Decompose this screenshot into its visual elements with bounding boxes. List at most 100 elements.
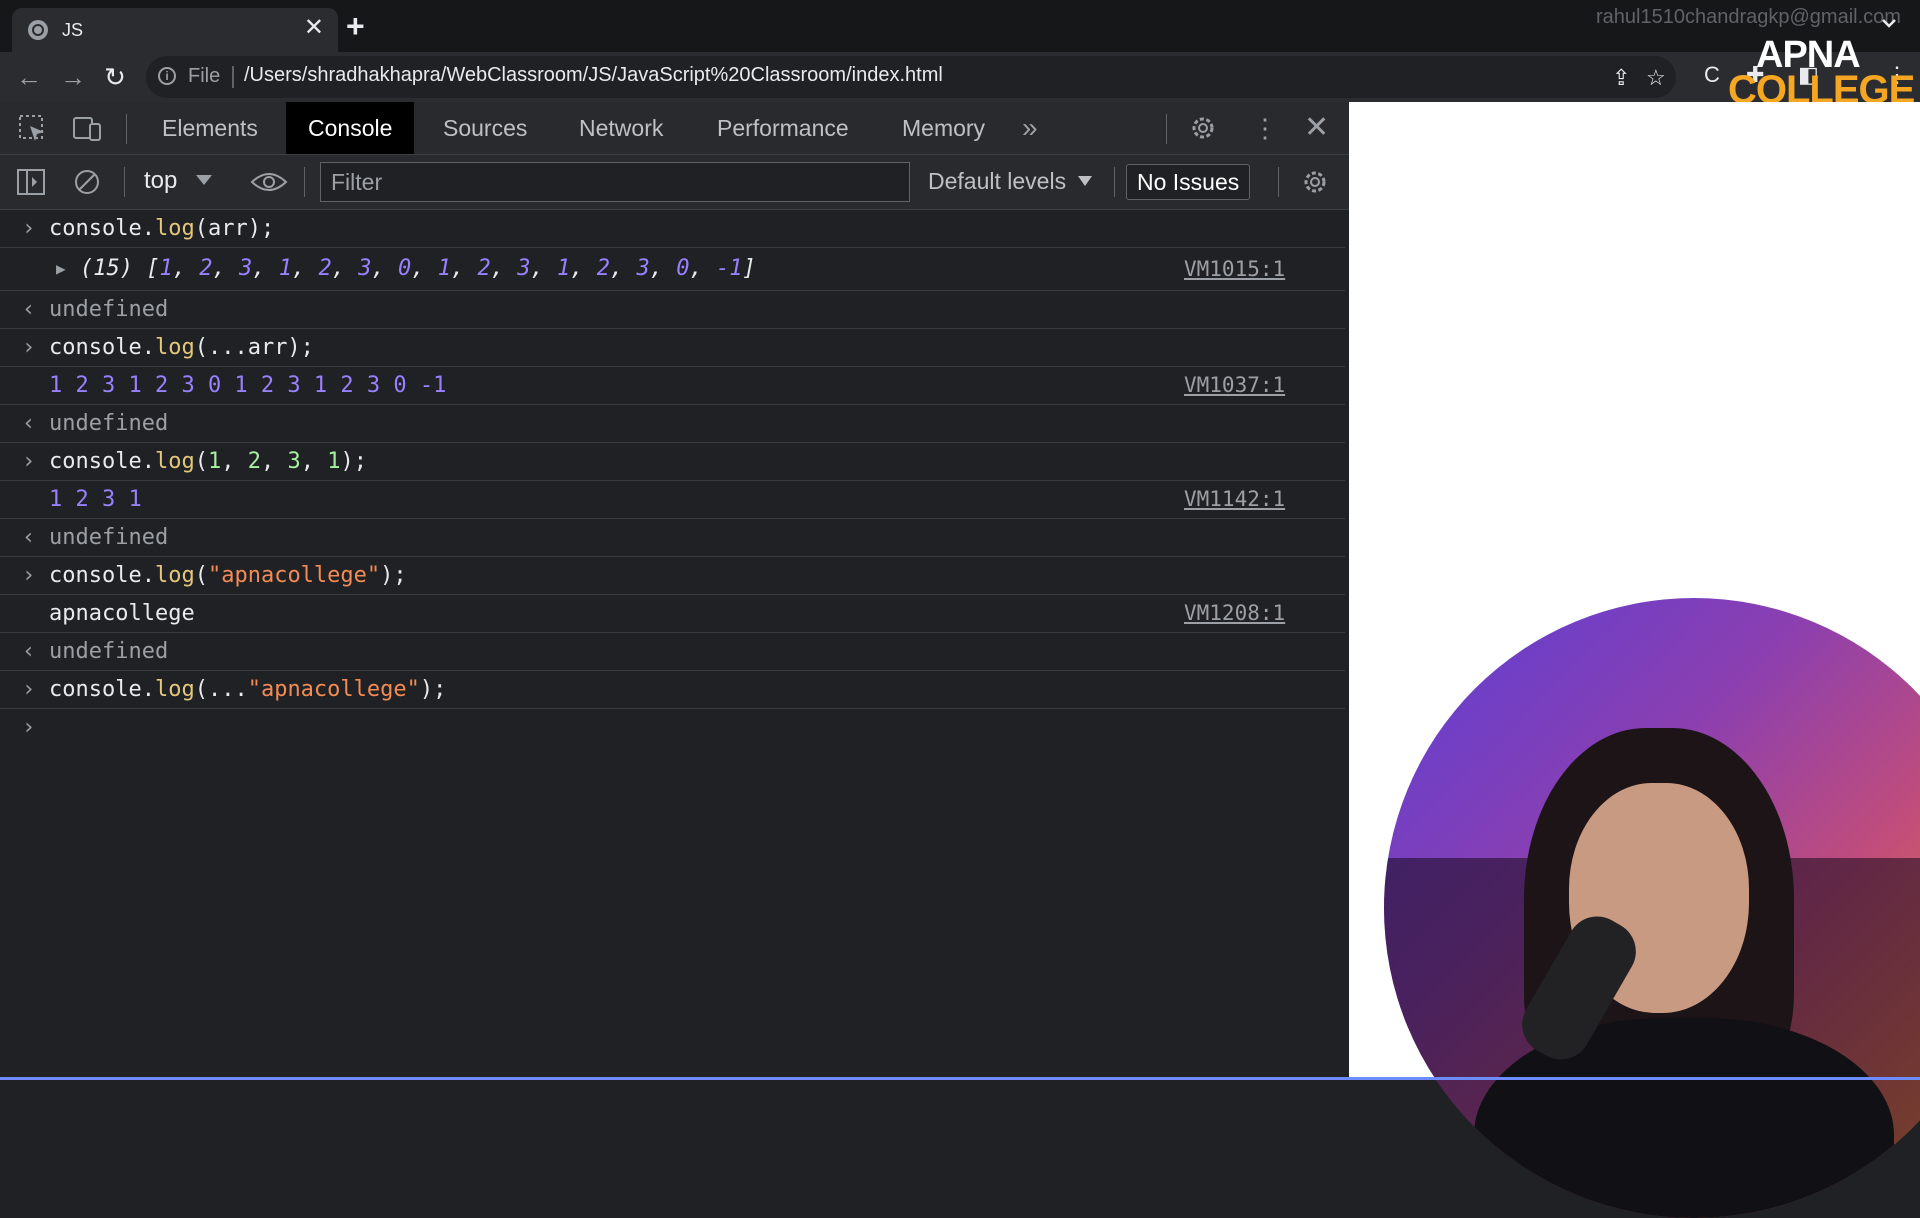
array-item: 1 bbox=[437, 256, 451, 281]
devtools-tabbar: Elements Console Sources Network Perform… bbox=[0, 102, 1349, 155]
console-prompt[interactable]: › bbox=[0, 709, 1345, 745]
input-chevron-icon: › bbox=[22, 677, 36, 702]
console-settings-gear-icon[interactable] bbox=[1300, 168, 1330, 196]
array-item: 0 bbox=[397, 256, 412, 281]
browser-tab[interactable]: JS ✕ bbox=[12, 8, 338, 52]
console-output-row: apnacollege VM1208:1 bbox=[0, 595, 1345, 633]
array-item: 3 bbox=[238, 256, 253, 281]
settings-gear-icon[interactable] bbox=[1188, 114, 1218, 142]
levels-chevron-icon[interactable] bbox=[1078, 176, 1092, 186]
expand-triangle-icon[interactable]: ▶ bbox=[56, 248, 66, 290]
console-messages: › console.log(arr); ▶ (15) [1, 2, 3, 1, … bbox=[0, 210, 1349, 745]
url-text[interactable]: /Users/shradhakhapra/WebClassroom/JS/Jav… bbox=[244, 64, 943, 87]
divider bbox=[1278, 167, 1279, 197]
bookmark-star-icon[interactable]: ☆ bbox=[1646, 65, 1666, 91]
array-preview[interactable]: (15) [1, 2, 3, 1, 2, 3, 0, 1, 2, 3, 1, 2… bbox=[80, 248, 756, 290]
source-link[interactable]: VM1142:1 bbox=[1184, 481, 1285, 518]
array-item: 2 bbox=[199, 256, 213, 281]
sidebar-toggle-icon[interactable] bbox=[16, 168, 46, 196]
console-result-row: ‹ undefined bbox=[0, 291, 1345, 329]
back-arrow-icon[interactable]: ← bbox=[14, 62, 44, 92]
inspect-element-icon[interactable] bbox=[18, 114, 48, 142]
spread-output: 1 2 3 1 2 3 0 1 2 3 1 2 3 0 -1 bbox=[49, 373, 447, 398]
result-arrow-icon: ‹ bbox=[22, 411, 36, 436]
divider bbox=[1166, 114, 1167, 144]
prompt-chevron-icon: › bbox=[22, 715, 36, 740]
log-levels-dropdown[interactable]: Default levels bbox=[928, 168, 1066, 195]
divider bbox=[124, 167, 125, 197]
close-tab-icon[interactable]: ✕ bbox=[304, 16, 324, 40]
eye-icon[interactable] bbox=[250, 168, 288, 196]
result-arrow-icon: ‹ bbox=[22, 639, 36, 664]
array-item: 1 bbox=[278, 256, 292, 281]
array-item: 3 bbox=[517, 256, 531, 281]
context-selector[interactable]: top bbox=[144, 167, 177, 195]
console-input-row[interactable]: › console.log("apnacollege"); bbox=[0, 557, 1345, 595]
array-item: 0 bbox=[676, 256, 690, 281]
globe-icon bbox=[28, 20, 48, 40]
divider bbox=[126, 114, 127, 144]
input-chevron-icon: › bbox=[22, 449, 36, 474]
array-item: 1 bbox=[556, 256, 571, 281]
console-input-row[interactable]: › console.log(1, 2, 3, 1); bbox=[0, 443, 1345, 481]
console-input-row[interactable]: › console.log(...arr); bbox=[0, 329, 1345, 367]
source-link[interactable]: VM1037:1 bbox=[1184, 367, 1285, 404]
share-icon[interactable]: ⇪ bbox=[1612, 65, 1630, 91]
input-chevron-icon: › bbox=[22, 563, 36, 588]
array-item: 2 bbox=[318, 256, 332, 281]
source-link[interactable]: VM1208:1 bbox=[1184, 595, 1285, 632]
browser-toolbar: ← → ↻ i File /Users/shradhakhapra/WebCla… bbox=[0, 52, 1920, 102]
input-chevron-icon: › bbox=[22, 335, 36, 360]
tab-performance[interactable]: Performance bbox=[717, 102, 849, 154]
string-output: apnacollege bbox=[49, 601, 195, 626]
reload-icon[interactable]: ↻ bbox=[100, 62, 130, 92]
new-tab-button[interactable]: + bbox=[346, 10, 365, 42]
tab-memory[interactable]: Memory bbox=[902, 102, 985, 154]
result-arrow-icon: ‹ bbox=[22, 525, 36, 550]
issues-button[interactable]: No Issues bbox=[1126, 164, 1251, 200]
result-arrow-icon: ‹ bbox=[22, 297, 36, 322]
array-item: -1 bbox=[715, 256, 743, 281]
tab-strip: JS ✕ + rahul1510chandragkp@gmail.com bbox=[0, 0, 1920, 52]
array-item: 3 bbox=[636, 256, 650, 281]
device-toolbar-icon[interactable] bbox=[72, 114, 102, 142]
console-result-row: ‹ undefined bbox=[0, 519, 1345, 557]
extension-icon[interactable]: C bbox=[1704, 62, 1720, 88]
console-output-row: 1 2 3 1 2 3 0 1 2 3 1 2 3 0 -1 VM1037:1 bbox=[0, 367, 1345, 405]
console-input-row[interactable]: › console.log(arr); bbox=[0, 210, 1345, 248]
nums-output: 1 2 3 1 bbox=[49, 487, 142, 512]
tab-console[interactable]: Console bbox=[286, 102, 415, 154]
console-filter-bar: top Default levels No Issues bbox=[0, 155, 1349, 210]
console-output-row[interactable]: ▶ (15) [1, 2, 3, 1, 2, 3, 0, 1, 2, 3, 1,… bbox=[0, 248, 1345, 291]
array-item: 3 bbox=[358, 256, 372, 281]
array-item: 2 bbox=[596, 256, 610, 281]
scheme-label: File bbox=[188, 65, 221, 87]
divider bbox=[1114, 167, 1115, 197]
console-result-row: ‹ undefined bbox=[0, 405, 1345, 443]
console-output-row: 1 2 3 1 VM1142:1 bbox=[0, 481, 1345, 519]
source-link[interactable]: VM1015:1 bbox=[1184, 248, 1285, 290]
apna-college-logo: APNA COLLEGE bbox=[1728, 34, 1915, 112]
more-tabs-icon[interactable]: » bbox=[1022, 112, 1037, 144]
divider bbox=[232, 66, 234, 88]
filter-input[interactable] bbox=[320, 162, 910, 202]
context-dropdown-arrow-icon[interactable] bbox=[196, 175, 212, 185]
console-input-row[interactable]: › console.log(..."apnacollege"); bbox=[0, 671, 1345, 709]
array-item: 1 bbox=[159, 256, 173, 281]
close-devtools-icon[interactable]: ✕ bbox=[1304, 102, 1329, 154]
address-bar[interactable]: i File /Users/shradhakhapra/WebClassroom… bbox=[146, 56, 1676, 98]
tab-elements[interactable]: Elements bbox=[162, 102, 258, 154]
clear-console-icon[interactable] bbox=[72, 168, 102, 196]
info-icon[interactable]: i bbox=[158, 67, 176, 85]
console-result-row: ‹ undefined bbox=[0, 633, 1345, 671]
forward-arrow-icon[interactable]: → bbox=[58, 62, 88, 92]
input-chevron-icon: › bbox=[22, 216, 36, 241]
tab-sources[interactable]: Sources bbox=[443, 102, 527, 154]
tab-network[interactable]: Network bbox=[579, 102, 663, 154]
divider bbox=[304, 167, 305, 197]
devtools-panel: Elements Console Sources Network Perform… bbox=[0, 102, 1349, 1078]
array-item: 2 bbox=[477, 256, 491, 281]
devtools-menu-icon[interactable]: ⋮ bbox=[1252, 102, 1278, 154]
tab-title: JS bbox=[62, 20, 84, 40]
profile-email: rahul1510chandragkp@gmail.com bbox=[1596, 6, 1901, 28]
